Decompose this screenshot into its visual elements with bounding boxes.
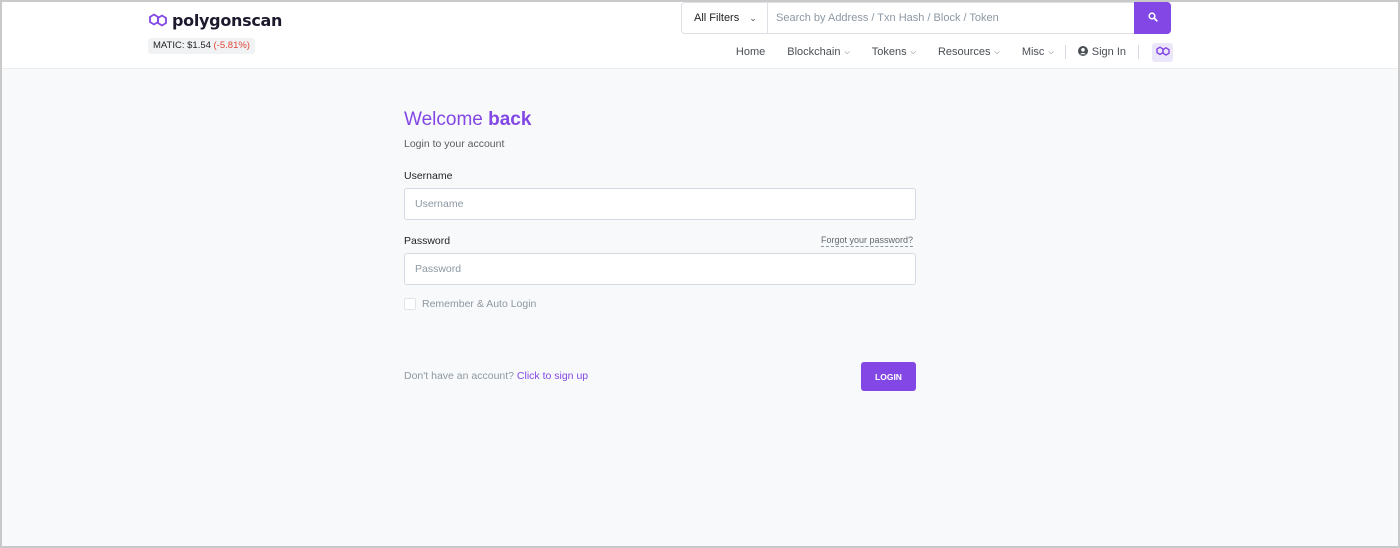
matic-price-badge[interactable]: MATIC: $1.54 (-5.81%) xyxy=(148,38,255,54)
nav-sign-in-label: Sign In xyxy=(1091,46,1126,58)
remember-checkbox[interactable] xyxy=(404,298,416,310)
nav-sign-in[interactable]: Sign In xyxy=(1066,45,1138,59)
signup-prompt: Don't have an account? Click to sign up xyxy=(404,370,588,382)
login-button[interactable]: LOGIN xyxy=(861,362,916,391)
search-bar: All Filters ⌄ xyxy=(681,2,1171,34)
chevron-down-icon: ⌵ xyxy=(910,48,916,56)
search-input[interactable] xyxy=(768,3,1134,33)
main-nav: Home Blockchain ⌵ Tokens ⌵ Resources ⌵ M… xyxy=(725,42,1173,62)
username-input[interactable] xyxy=(404,188,916,220)
site-header: polygonscan MATIC: $1.54 (-5.81%) All Fi… xyxy=(2,2,1398,69)
nav-home[interactable]: Home xyxy=(725,46,776,58)
search-filter-dropdown[interactable]: All Filters ⌄ xyxy=(682,3,768,33)
nav-misc-label: Misc xyxy=(1021,46,1045,58)
remember-label: Remember & Auto Login xyxy=(422,298,537,310)
password-label: Password xyxy=(404,235,451,247)
password-input[interactable] xyxy=(404,253,916,285)
nav-tokens-label: Tokens xyxy=(871,46,907,58)
forgot-password-link[interactable]: Forgot your password? xyxy=(821,234,914,247)
search-filter-label: All Filters xyxy=(694,12,740,24)
logo-text: polygonscan xyxy=(172,10,283,30)
login-heading-emphasis: back xyxy=(488,109,532,130)
polygon-logo-icon xyxy=(148,13,168,27)
chevron-down-icon: ⌵ xyxy=(994,48,1000,56)
browser-page: polygonscan MATIC: $1.54 (-5.81%) All Fi… xyxy=(2,2,1398,546)
nav-resources-label: Resources xyxy=(937,46,991,58)
search-button[interactable] xyxy=(1134,2,1171,34)
nav-blockchain-label: Blockchain xyxy=(787,46,841,58)
login-subtitle: Login to your account xyxy=(404,138,505,150)
site-logo[interactable]: polygonscan xyxy=(148,9,282,31)
search-icon xyxy=(1147,9,1158,27)
matic-price: MATIC: $1.54 xyxy=(153,40,211,51)
network-switch-button[interactable] xyxy=(1152,42,1173,62)
chevron-down-icon: ⌵ xyxy=(844,48,850,56)
nav-blockchain[interactable]: Blockchain ⌵ xyxy=(776,46,861,58)
username-label: Username xyxy=(404,170,453,182)
nav-misc[interactable]: Misc ⌵ xyxy=(1011,46,1065,58)
matic-price-change: (-5.81%) xyxy=(213,40,250,51)
signup-link[interactable]: Click to sign up xyxy=(517,370,588,382)
remember-login-option[interactable]: Remember & Auto Login xyxy=(404,298,536,310)
user-circle-icon xyxy=(1077,45,1088,59)
signup-prompt-text: Don't have an account? xyxy=(404,370,517,382)
nav-divider xyxy=(1138,45,1139,59)
chevron-down-icon: ⌄ xyxy=(749,12,757,23)
login-heading-prefix: Welcome xyxy=(404,109,489,130)
nav-tokens[interactable]: Tokens ⌵ xyxy=(861,46,927,58)
nav-home-label: Home xyxy=(735,46,766,58)
nav-resources[interactable]: Resources ⌵ xyxy=(927,46,1011,58)
chevron-down-icon: ⌵ xyxy=(1048,48,1054,56)
login-heading: Welcome back xyxy=(404,109,531,131)
polygon-network-icon xyxy=(1155,45,1170,59)
